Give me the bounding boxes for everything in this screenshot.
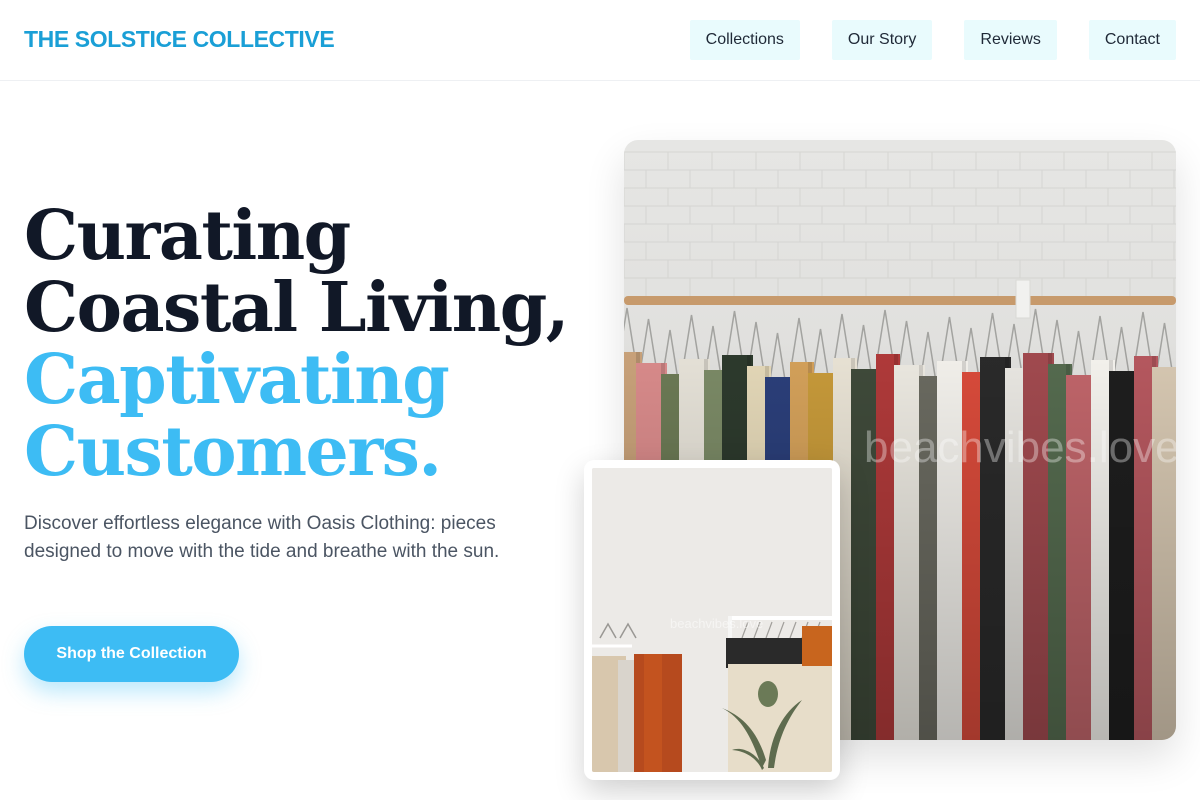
inset-photo-frame: beachvibes.love bbox=[584, 460, 840, 780]
hero-title-line-1: Curating bbox=[24, 196, 351, 276]
hero-title: Curating Coastal Living, Captivating Cus… bbox=[24, 200, 604, 488]
main-watermark: beachvibes.love bbox=[864, 423, 1176, 472]
boutique-photo: beachvibes.love bbox=[592, 468, 832, 772]
hero-title-line-3: Captivating bbox=[24, 340, 450, 420]
nav-reviews[interactable]: Reviews bbox=[964, 20, 1057, 60]
site-header: THE SOLSTICE COLLECTIVE Collections Our … bbox=[0, 0, 1200, 81]
nav-contact[interactable]: Contact bbox=[1088, 20, 1176, 60]
brand-logo[interactable]: THE SOLSTICE COLLECTIVE bbox=[24, 26, 335, 53]
hero-title-line-4: Customers. bbox=[24, 412, 442, 492]
nav-collections[interactable]: Collections bbox=[689, 20, 800, 60]
nav-our-story[interactable]: Our Story bbox=[831, 20, 933, 60]
hero-subtitle: Discover effortless elegance with Oasis … bbox=[24, 513, 500, 562]
inset-watermark: beachvibes.love bbox=[670, 616, 763, 631]
shop-collection-button[interactable]: Shop the Collection bbox=[24, 626, 239, 682]
hero-title-line-2: Coastal Living, bbox=[24, 268, 569, 348]
main-nav: Collections Our Story Reviews Contact bbox=[689, 20, 1176, 60]
